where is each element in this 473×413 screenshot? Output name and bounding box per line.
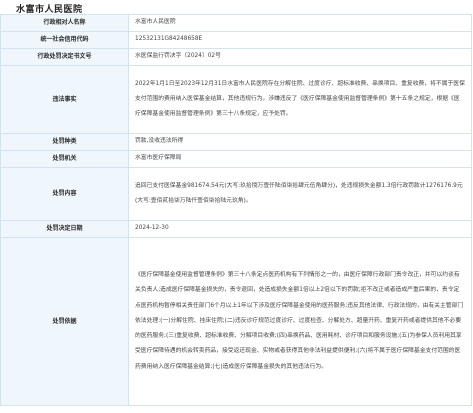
row-label: 处罚种类	[0, 133, 129, 151]
table-row: 处罚依据 《医疗保障基金使用监督管理条例》第三十八条定点医药机构有下列情形之一的…	[0, 237, 472, 406]
row-value: 罚款,没收违法所得	[128, 133, 472, 151]
row-value: 《医疗保障基金使用监督管理条例》第三十八条定点医药机构有下列情形之一的，由医疗保…	[128, 237, 472, 406]
table-row: 处罚种类 罚款,没收违法所得	[0, 133, 472, 151]
table-row: 违法事实 2022年1月1日至2023年12月31日水富市人民医院存在分解住院、…	[0, 65, 472, 134]
row-label: 处罚内容	[0, 167, 129, 221]
row-value: 12532131G84248658E	[128, 31, 472, 49]
row-value: 水富市医疗保障局	[128, 150, 472, 168]
row-label: 处罚决定日期	[0, 220, 129, 238]
row-label: 统一社会信用代码	[0, 31, 129, 49]
row-label: 处罚机关	[0, 150, 129, 168]
table-row: 处罚内容 追回已支付医保基金981674.54元(大写:玖拾捌万壹仟陆佰柒拾肆元…	[0, 167, 472, 221]
row-label: 行政处罚决定书文号	[0, 48, 129, 66]
table-row: 行政相对人名称 水富市人民医院	[0, 14, 472, 32]
row-label: 处罚依据	[0, 237, 129, 406]
table-row: 行政处罚决定书文号 水医保监行罚决字〔2024〕02号	[0, 48, 472, 66]
table-row: 处罚机关 水富市医疗保障局	[0, 150, 472, 168]
row-value: 水富市人民医院	[128, 14, 472, 32]
penalty-info-table: 行政相对人名称 水富市人民医院 统一社会信用代码 12532131G842486…	[0, 14, 472, 406]
table-row: 处罚决定日期 2024-12-30	[0, 220, 472, 238]
table-row: 统一社会信用代码 12532131G84248658E	[0, 31, 472, 49]
row-value: 追回已支付医保基金981674.54元(大写:玖拾捌万壹仟陆佰柒拾肆元伍角肆分)…	[128, 167, 472, 221]
document-page: 水富市人民医院 行政相对人名称 水富市人民医院 统一社会信用代码 1253213…	[0, 0, 473, 413]
row-label: 违法事实	[0, 65, 129, 134]
row-value: 2022年1月1日至2023年12月31日水富市人民医院存在分解住院、过度诊疗、…	[128, 65, 472, 134]
row-label: 行政相对人名称	[0, 14, 129, 32]
row-value: 2024-12-30	[128, 220, 472, 238]
row-value: 水医保监行罚决字〔2024〕02号	[128, 48, 472, 66]
